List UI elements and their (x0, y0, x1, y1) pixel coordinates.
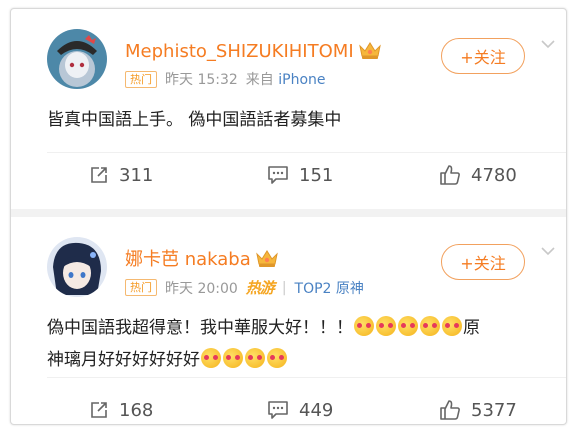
post-content: 偽中国語我超得意！我中華服大好！！！ 原 神璃月好好好好好好 (47, 312, 546, 376)
comment-count: 151 (299, 164, 334, 186)
repost-icon (89, 400, 109, 420)
like-button[interactable]: 5377 (439, 390, 517, 424)
emoji-icon (420, 316, 440, 336)
username[interactable]: 娜卡芭 nakaba (125, 245, 279, 271)
source-link[interactable]: iPhone (278, 72, 325, 88)
post-content: 皆真中国語上手。 偽中国語話者募集中 (47, 110, 342, 130)
like-count: 4780 (471, 164, 517, 186)
username-text[interactable]: 娜卡芭 nakaba (125, 249, 251, 270)
game-logo[interactable]: 热游 (246, 277, 275, 298)
emoji-icon (398, 316, 418, 336)
post-meta: 热门 昨天 15:32 来自 iPhone (125, 69, 326, 89)
hot-badge: 热门 (125, 70, 157, 88)
content-line2: 神璃月好好好好好好 (47, 350, 200, 370)
comment-button[interactable]: 151 (267, 155, 333, 195)
crown-icon (358, 40, 382, 60)
post-card: Mephisto_SHIZUKIHITOMI 热门 昨天 15:32 来自 iP… (11, 9, 566, 209)
topic-link[interactable]: TOP2 原神 (295, 278, 364, 298)
repost-button[interactable]: 168 (89, 390, 154, 424)
like-icon (439, 399, 461, 421)
weibo-feed: Mephisto_SHIZUKIHITOMI 热门 昨天 15:32 来自 iP… (10, 8, 567, 425)
username-text[interactable]: Mephisto_SHIZUKIHITOMI (125, 41, 354, 62)
content-line1-tail: 原 (463, 318, 480, 338)
repost-count: 168 (119, 399, 154, 421)
topic-separator: | (281, 279, 287, 296)
emoji-icon (245, 348, 265, 368)
emoji-icon (201, 348, 221, 368)
post-card: 娜卡芭 nakaba 热门 昨天 20:00 热游 | TOP2 原神 +关注 … (11, 217, 566, 424)
avatar[interactable] (47, 29, 107, 89)
emoji-icon (376, 316, 396, 336)
follow-button[interactable]: +关注 (441, 244, 525, 280)
crown-icon (255, 248, 279, 268)
post-meta: 热门 昨天 20:00 热游 | TOP2 原神 (125, 277, 364, 298)
comment-icon (267, 400, 289, 420)
post-time[interactable]: 昨天 15:32 (165, 69, 238, 89)
avatar[interactable] (47, 237, 107, 297)
chevron-down-icon[interactable] (541, 37, 555, 51)
hot-badge: 热门 (125, 279, 157, 296)
action-bar: 168 449 5377 (11, 390, 566, 424)
chevron-down-icon[interactable] (541, 244, 555, 258)
action-bar: 311 151 4780 (11, 155, 566, 195)
comment-icon (267, 165, 289, 185)
content-line1: 偽中国語我超得意！我中華服大好！！！ (47, 318, 353, 338)
divider (47, 377, 566, 378)
divider (47, 152, 566, 153)
repost-icon (89, 165, 109, 185)
source-prefix: 来自 (245, 72, 274, 88)
emoji-icon (442, 316, 462, 336)
repost-count: 311 (119, 164, 154, 186)
like-button[interactable]: 4780 (439, 155, 517, 195)
post-time[interactable]: 昨天 20:00 (165, 278, 238, 298)
post-separator (11, 209, 566, 217)
emoji-icon (223, 348, 243, 368)
like-icon (439, 164, 461, 186)
follow-button[interactable]: +关注 (441, 38, 525, 74)
repost-button[interactable]: 311 (89, 155, 153, 195)
emoji-icon (354, 316, 374, 336)
emoji-icon (267, 348, 287, 368)
like-count: 5377 (471, 399, 517, 421)
username[interactable]: Mephisto_SHIZUKIHITOMI (125, 40, 382, 62)
comment-button[interactable]: 449 (267, 390, 334, 424)
comment-count: 449 (299, 399, 334, 421)
